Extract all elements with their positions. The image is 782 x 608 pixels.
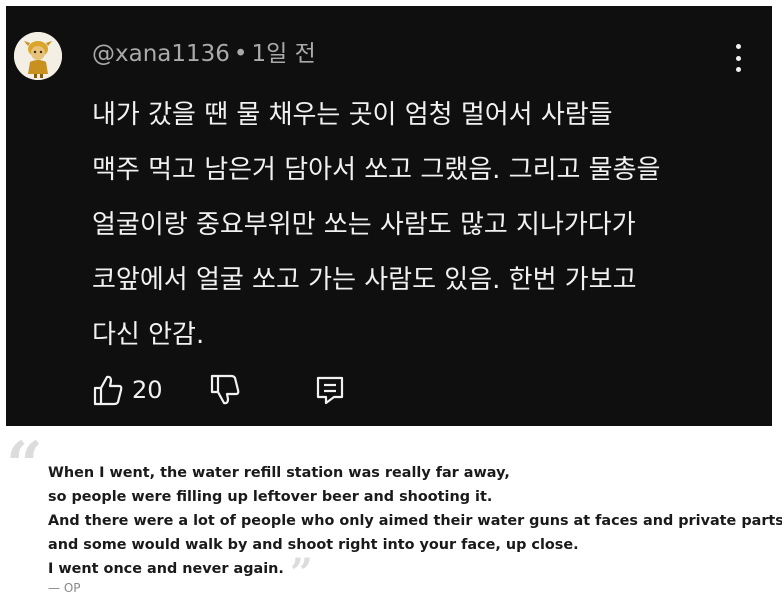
comment-text: 내가 갔을 땐 물 채우는 곳이 엄청 멀어서 사람들 맥주 먹고 남은거 담아…: [92, 88, 752, 363]
open-quote-icon: “: [6, 428, 43, 503]
thumbs-up-icon: [93, 375, 123, 406]
quote-line: And there were a lot of people who only …: [48, 513, 782, 529]
thumbs-down-icon: [210, 374, 240, 405]
comment-time[interactable]: 1일 전: [252, 41, 316, 67]
comment-card: @xana1136 • 1일 전 내가 갔을 땐 물 채우는 곳이 엄청 멀어서 사…: [6, 6, 772, 426]
comment-line: 코앞에서 얼굴 쏘고 가는 사람도 있음. 한번 가보고: [92, 265, 637, 295]
quote-attribution: — OP: [48, 581, 81, 595]
username[interactable]: @xana1136: [92, 41, 230, 67]
dislike-button[interactable]: [208, 372, 242, 408]
comment-line: 내가 갔을 땐 물 채우는 곳이 엄청 멀어서 사람들: [92, 100, 613, 130]
kebab-menu-icon[interactable]: [732, 44, 744, 72]
like-button[interactable]: 20: [92, 370, 172, 410]
translation-quote: “ When I went, the water refill station …: [6, 434, 782, 603]
quote-line: so people were filling up leftover beer …: [48, 489, 493, 505]
like-count: 20: [132, 376, 163, 404]
comment-meta: @xana1136 • 1일 전: [92, 34, 316, 68]
quote-line: I went once and never again.: [48, 561, 284, 577]
meta-separator: •: [233, 41, 248, 67]
quote-line-last: I went once and never again.”: [48, 554, 782, 594]
comment-actions: 20: [92, 370, 392, 410]
cartoon-avatar-icon: [14, 32, 62, 80]
close-quote-icon: ”: [289, 550, 313, 597]
quote-line: When I went, the water refill station wa…: [48, 465, 510, 481]
quote-line: and some would walk by and shoot right i…: [48, 537, 579, 553]
reply-button[interactable]: [314, 374, 346, 406]
comment-line: 맥주 먹고 남은거 담아서 쏘고 그랬음. 그리고 물총을: [92, 155, 661, 185]
quote-text: When I went, the water refill station wa…: [48, 461, 782, 594]
comment-line: 다신 안감.: [92, 320, 205, 350]
reply-comment-icon: [316, 376, 344, 405]
comment-line: 얼굴이랑 중요부위만 쏘는 사람도 많고 지나가다가: [92, 210, 636, 240]
avatar[interactable]: [14, 32, 62, 80]
